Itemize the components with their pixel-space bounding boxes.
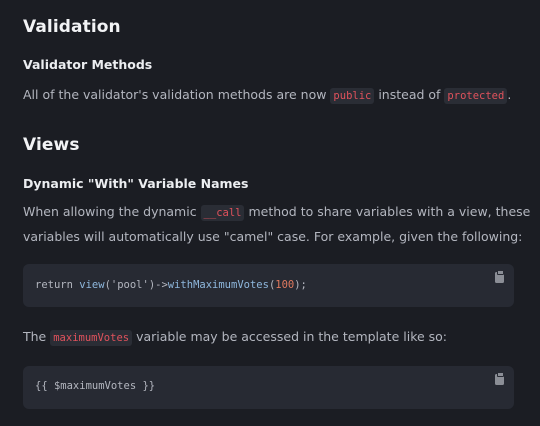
dynamic-with-subheading: Dynamic "With" Variable Names	[23, 176, 249, 191]
text-segment: .	[507, 87, 512, 102]
code-string: ('pool')->	[104, 279, 168, 291]
code-number: 100	[275, 279, 295, 291]
inline-code-protected: protected	[444, 88, 508, 104]
maximum-votes-paragraph: The maximumVotes variable may be accesse…	[23, 325, 447, 350]
code-function: withMaximumVotes	[167, 279, 269, 291]
text-segment: instead of	[374, 87, 445, 102]
text-segment: When allowing the dynamic	[23, 204, 201, 219]
code-keyword: return	[35, 279, 80, 291]
clipboard-icon[interactable]	[495, 270, 504, 283]
validator-methods-subheading: Validator Methods	[23, 57, 153, 72]
inline-code-call: __call	[200, 205, 245, 221]
clipboard-icon[interactable]	[495, 372, 504, 385]
validation-heading: Validation	[23, 17, 121, 37]
views-heading: Views	[23, 135, 80, 155]
code-block-template: {{ $maximumVotes }}	[23, 366, 514, 409]
text-segment: The	[23, 329, 51, 344]
code-block-view: return view('pool')->withMaximumVotes(10…	[23, 264, 514, 307]
code-function: view	[79, 279, 105, 291]
code-punct: );	[294, 279, 307, 291]
inline-code-maximumvotes: maximumVotes	[50, 330, 133, 346]
text-segment: variable may be accessed in the template…	[132, 329, 448, 344]
text-segment: variables will automatically use "camel"…	[23, 229, 523, 244]
code-line: return view('pool')->withMaximumVotes(10…	[35, 279, 307, 291]
text-segment: All of the validator's validation method…	[23, 87, 331, 102]
views-paragraph: When allowing the dynamic __call method …	[23, 200, 530, 249]
text-segment: method to share variables with a view, t…	[244, 204, 531, 219]
code-line: {{ $maximumVotes }}	[35, 380, 156, 392]
validator-methods-text: All of the validator's validation method…	[23, 83, 511, 108]
inline-code-public: public	[330, 88, 375, 104]
